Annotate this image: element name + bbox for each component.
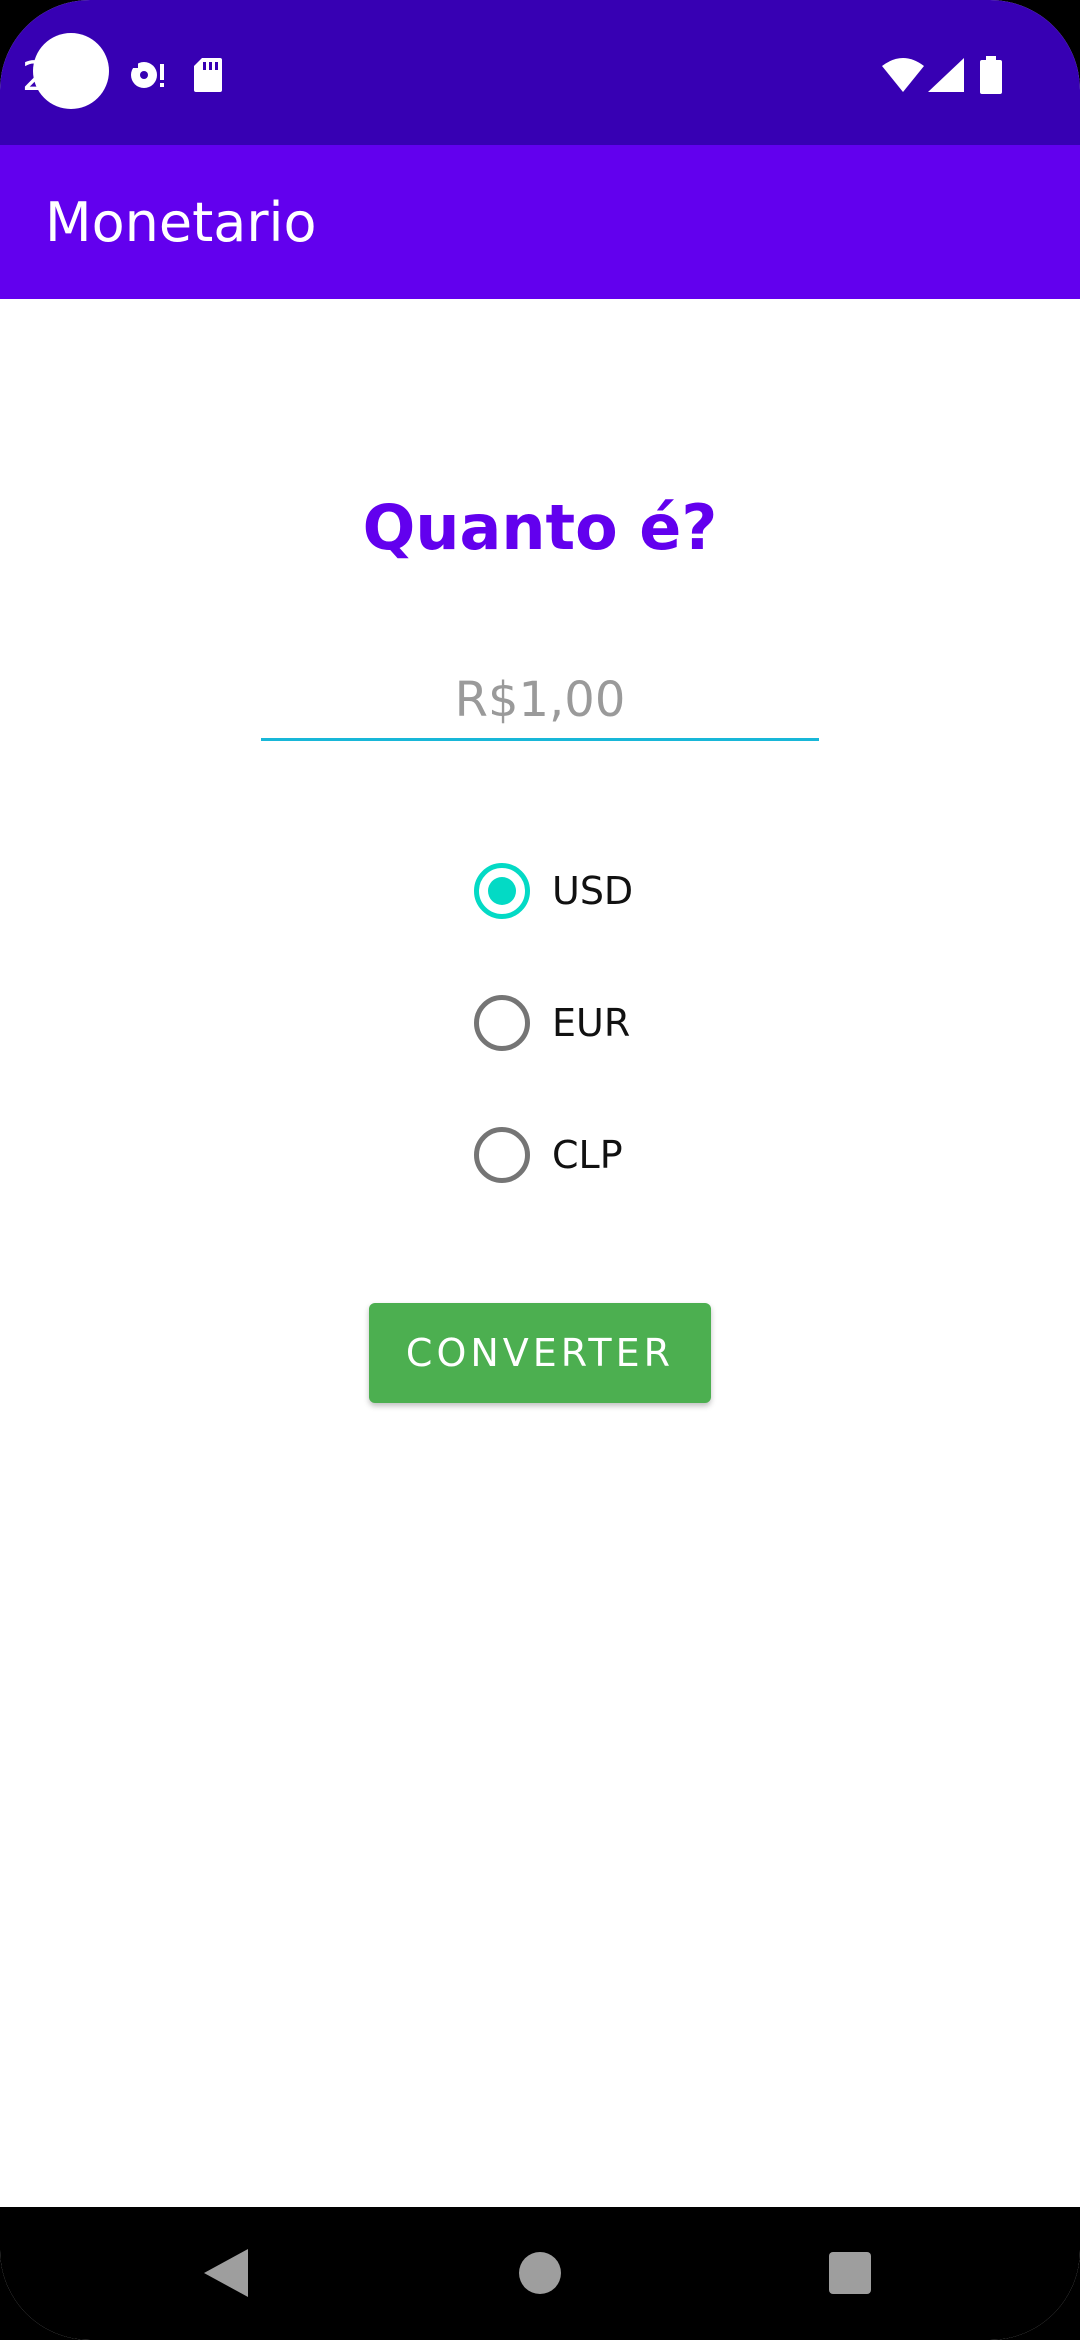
battery-icon [980,56,1002,98]
radio-label: USD [552,869,634,913]
radio-label: CLP [552,1133,623,1177]
amount-input[interactable] [261,662,819,741]
radio-option-clp[interactable]: CLP [474,1125,623,1185]
radio-button[interactable] [474,995,530,1051]
page-title: Quanto é? [362,491,718,564]
status-bar: 2 [0,0,1080,145]
home-button[interactable] [498,2231,582,2315]
recents-icon [829,2252,871,2294]
home-icon [519,2252,561,2294]
media-icon [128,58,166,96]
sd-card-icon [194,58,222,96]
convert-button[interactable]: CONVERTER [369,1303,711,1403]
wifi-icon [882,58,924,96]
back-icon [204,2249,248,2297]
radio-label: EUR [552,1001,631,1045]
app-bar: Monetario [0,145,1080,299]
radio-button-checked[interactable] [474,863,530,919]
signal-icon [928,58,964,96]
camera-cutout [33,33,109,109]
app-title: Monetario [45,191,317,254]
app-screen: 2 [0,0,1080,2340]
radio-option-usd[interactable]: USD [474,861,633,921]
radio-option-eur[interactable]: EUR [474,993,630,1053]
recents-button[interactable] [808,2231,892,2315]
navigation-bar [0,2207,1080,2340]
radio-button[interactable] [474,1127,530,1183]
back-button[interactable] [184,2231,268,2315]
